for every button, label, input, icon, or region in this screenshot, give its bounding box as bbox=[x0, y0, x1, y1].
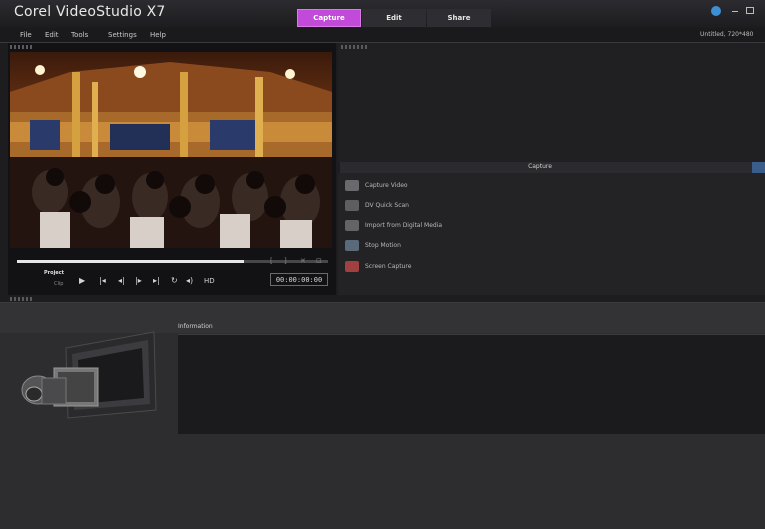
import-digital-media-option[interactable]: Import from Digital Media bbox=[345, 217, 442, 233]
capture-video-option[interactable]: Capture Video bbox=[345, 177, 408, 193]
tab-edit[interactable]: Edit bbox=[362, 9, 426, 27]
previous-frame-icon[interactable]: ◂| bbox=[118, 276, 125, 285]
menu-tools[interactable]: Tools bbox=[71, 31, 88, 39]
project-mode-label[interactable]: Project bbox=[44, 270, 64, 276]
menu-edit[interactable]: Edit bbox=[45, 31, 59, 39]
app-title: Corel VideoStudio X7 bbox=[14, 4, 166, 20]
screen-capture-label: Screen Capture bbox=[365, 262, 412, 270]
camcorder-icon bbox=[345, 179, 359, 191]
bottom-panel-grip[interactable] bbox=[10, 297, 34, 301]
import-media-icon bbox=[345, 219, 359, 231]
project-info: Untitled, 720*480 bbox=[700, 31, 754, 38]
scrub-bar[interactable] bbox=[17, 260, 244, 263]
next-frame-icon[interactable]: |▸ bbox=[135, 276, 142, 285]
import-digital-media-label: Import from Digital Media bbox=[365, 221, 443, 229]
mark-in-icon[interactable]: [ bbox=[270, 257, 273, 265]
information-panel bbox=[178, 334, 765, 434]
stop-motion-label: Stop Motion bbox=[365, 241, 401, 249]
menu-settings[interactable]: Settings bbox=[108, 31, 137, 39]
split-icon[interactable]: ✕ bbox=[300, 257, 306, 265]
help-icon[interactable] bbox=[711, 6, 721, 16]
volume-icon[interactable]: ◂) bbox=[186, 276, 193, 285]
stop-motion-icon bbox=[345, 239, 359, 251]
library-panel-grip[interactable] bbox=[341, 45, 369, 49]
minimize-icon[interactable] bbox=[732, 11, 738, 12]
repeat-icon[interactable]: ↻ bbox=[171, 276, 178, 285]
capture-video-label: Capture Video bbox=[365, 181, 408, 189]
dv-quick-scan-option[interactable]: DV Quick Scan bbox=[345, 197, 409, 213]
library-panel bbox=[338, 43, 765, 163]
dv-scan-icon bbox=[345, 199, 359, 211]
hd-icon[interactable]: HD bbox=[204, 277, 215, 285]
capture-devices-illustration bbox=[14, 330, 164, 426]
screen-capture-option[interactable]: Screen Capture bbox=[345, 258, 411, 274]
menu-file[interactable]: File bbox=[20, 31, 32, 39]
capture-panel-title: Capture bbox=[528, 163, 552, 170]
video-preview bbox=[10, 52, 332, 248]
preview-panel-grip[interactable] bbox=[10, 45, 34, 49]
bottom-panel-header bbox=[0, 302, 765, 333]
restore-icon[interactable] bbox=[746, 7, 754, 14]
tab-share[interactable]: Share bbox=[427, 9, 491, 27]
dv-quick-scan-label: DV Quick Scan bbox=[365, 201, 409, 209]
video-frame-image bbox=[10, 52, 332, 248]
stop-motion-option[interactable]: Stop Motion bbox=[345, 237, 401, 253]
capture-scroll-button[interactable] bbox=[752, 162, 765, 173]
tab-capture[interactable]: Capture bbox=[297, 9, 361, 27]
play-icon[interactable]: ▶ bbox=[79, 276, 85, 285]
enlarge-icon[interactable]: ⊡ bbox=[316, 257, 322, 265]
clip-mode-label[interactable]: Clip bbox=[54, 281, 63, 287]
information-label: Information bbox=[178, 323, 213, 330]
mark-out-icon[interactable]: ] bbox=[284, 257, 287, 265]
end-icon[interactable]: ▸| bbox=[153, 276, 160, 285]
menu-help[interactable]: Help bbox=[150, 31, 166, 39]
timecode-display[interactable]: 00:00:00:00 bbox=[270, 273, 328, 286]
screen-capture-icon bbox=[345, 260, 359, 272]
home-icon[interactable]: |◂ bbox=[99, 276, 106, 285]
devices-graphic bbox=[21, 331, 157, 419]
